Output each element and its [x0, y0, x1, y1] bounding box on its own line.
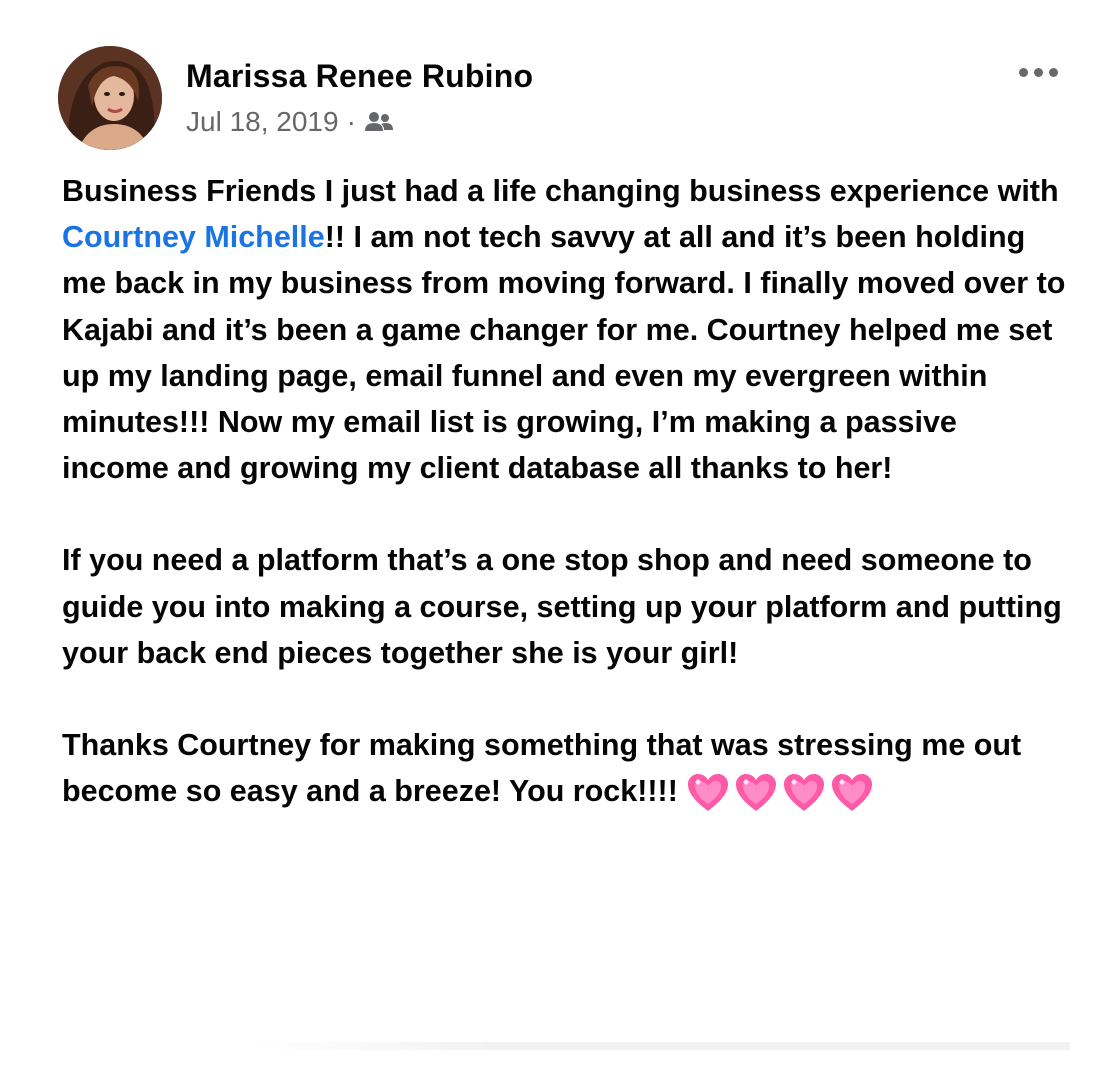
post-subline: Jul 18, 2019 · [186, 104, 533, 140]
sparkling-heart-icon [735, 774, 776, 812]
paragraph-text: Thanks Courtney for making something tha… [62, 728, 1022, 809]
more-options-icon[interactable] [1013, 62, 1064, 83]
separator-dot: · [346, 106, 356, 137]
post-meta: Marissa Renee Rubino Jul 18, 2019 · [186, 56, 533, 140]
avatar[interactable] [58, 46, 162, 150]
post-paragraph: If you need a platform that’s a one stop… [62, 543, 1062, 670]
friends-icon[interactable] [364, 110, 394, 134]
paragraph-text: Business Friends I just had a life chang… [62, 174, 1059, 208]
sparkling-heart-icon [783, 774, 824, 812]
sparkling-heart-icon [687, 774, 728, 812]
more-dot [1019, 68, 1028, 77]
post-paragraph: Business Friends I just had a life chang… [62, 168, 1072, 491]
facebook-post: Marissa Renee Rubino Jul 18, 2019 · Busi [0, 0, 1112, 1080]
paragraph-text: !! I am not tech savvy at all and it’s b… [62, 220, 1066, 486]
heart-emoji-group [686, 773, 874, 813]
post-header: Marissa Renee Rubino Jul 18, 2019 · [58, 46, 533, 150]
mention-link[interactable]: Courtney Michelle [62, 220, 325, 254]
more-dot [1034, 68, 1043, 77]
author-name[interactable]: Marissa Renee Rubino [186, 56, 533, 96]
bottom-divider [250, 1042, 1070, 1050]
post-paragraph: Thanks Courtney for making something tha… [62, 722, 1072, 814]
post-body: Business Friends I just had a life chang… [62, 168, 1072, 814]
post-date[interactable]: Jul 18, 2019 [186, 104, 339, 140]
more-dot [1049, 68, 1058, 77]
sparkling-heart-icon [831, 774, 872, 812]
